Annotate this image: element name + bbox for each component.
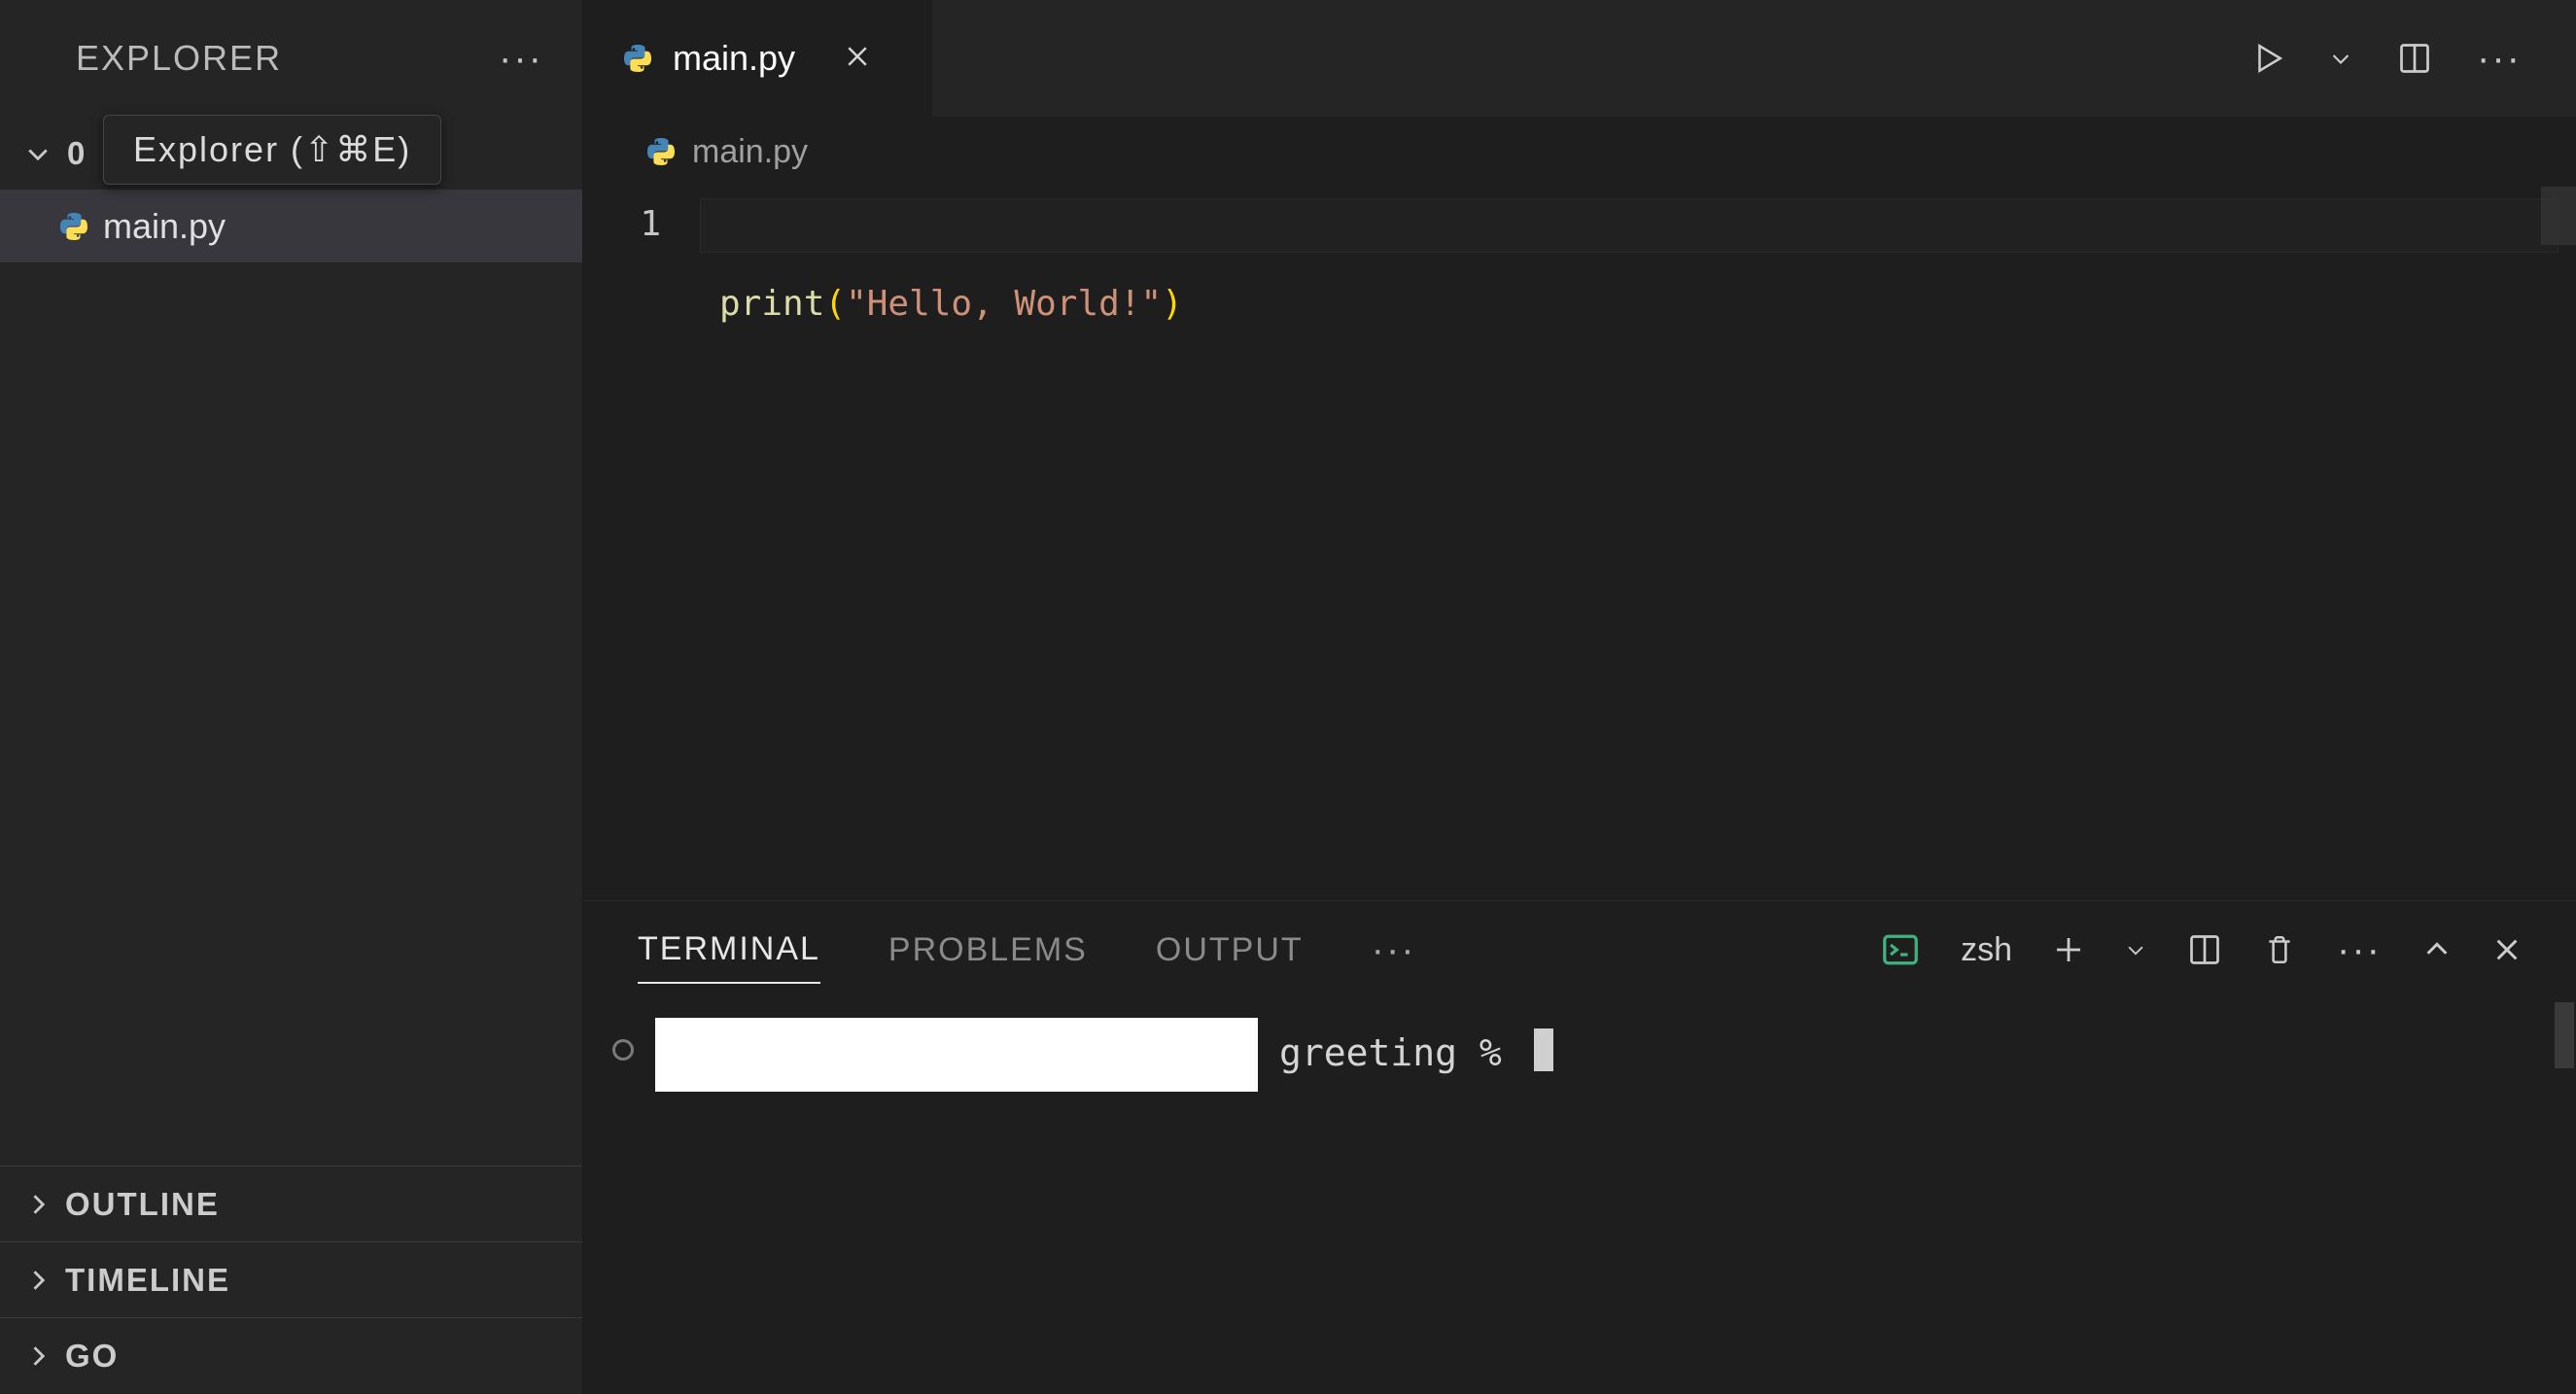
python-icon — [645, 136, 677, 167]
panel-tab-terminal[interactable]: TERMINAL — [638, 917, 820, 984]
editor-more-icon[interactable]: ··· — [2477, 37, 2522, 81]
new-terminal-icon[interactable] — [2053, 934, 2084, 965]
sidebar-section-label: GO — [65, 1338, 119, 1375]
sidebar-section-label: TIMELINE — [65, 1262, 230, 1299]
editor-area: main.py ··· — [583, 0, 2576, 1394]
chevron-right-icon — [24, 1342, 52, 1370]
file-tree: 0 main.py — [0, 117, 582, 1166]
explorer-more-icon[interactable]: ··· — [499, 37, 543, 81]
terminal-status-icon — [612, 1039, 634, 1061]
code-content[interactable]: print("Hello, World!") — [700, 187, 2576, 900]
run-dropdown-icon[interactable] — [2329, 47, 2352, 70]
sidebar-section-timeline[interactable]: TIMELINE — [0, 1242, 582, 1318]
close-panel-icon[interactable] — [2492, 935, 2522, 964]
line-gutter: 1 — [583, 187, 700, 900]
panel-tab-output[interactable]: OUTPUT — [1156, 918, 1304, 983]
editor-actions: ··· — [2251, 0, 2576, 117]
kill-terminal-icon[interactable] — [2263, 933, 2296, 966]
token-paren-close: ) — [1162, 278, 1183, 331]
breadcrumb[interactable]: main.py — [583, 117, 2576, 187]
terminal-prompt-text: greeting % — [1279, 1031, 1524, 1074]
terminal[interactable]: greeting % — [583, 998, 2576, 1394]
terminal-cursor — [1534, 1028, 1553, 1071]
chevron-right-icon — [24, 1191, 52, 1218]
workspace-folder-label: 0 — [67, 135, 87, 172]
panel-tabs-more-icon[interactable]: ··· — [1372, 928, 1416, 972]
panel-actions: zsh ··· — [1881, 928, 2522, 972]
python-icon — [622, 43, 653, 74]
breadcrumb-file: main.py — [692, 133, 808, 171]
maximize-panel-icon[interactable] — [2422, 935, 2452, 964]
tab-label: main.py — [673, 38, 795, 79]
split-terminal-icon[interactable] — [2187, 932, 2222, 967]
sidebar-section-outline[interactable]: OUTLINE — [0, 1167, 582, 1242]
tab-bar: main.py ··· — [583, 0, 2576, 117]
bottom-panel: TERMINAL PROBLEMS OUTPUT ··· zsh — [583, 900, 2576, 1394]
token-paren-open: ( — [824, 278, 846, 331]
split-editor-icon[interactable] — [2397, 41, 2432, 76]
sidebar-sections: OUTLINE TIMELINE GO — [0, 1166, 582, 1394]
close-icon[interactable] — [844, 38, 871, 79]
python-icon — [58, 211, 89, 242]
terminal-shell-label[interactable]: zsh — [1961, 931, 2012, 969]
panel-more-icon[interactable]: ··· — [2337, 928, 2382, 972]
token-function: print — [719, 278, 824, 331]
chevron-right-icon — [24, 1267, 52, 1294]
sidebar-section-go[interactable]: GO — [0, 1318, 582, 1394]
terminal-prompt: greeting % — [1279, 1016, 1553, 1090]
tab-main[interactable]: main.py — [583, 0, 933, 117]
explorer-title: EXPLORER — [76, 38, 282, 79]
minimap[interactable] — [2541, 187, 2576, 245]
explorer-tooltip: Explorer (⇧⌘E) — [103, 115, 441, 185]
panel-tab-problems[interactable]: PROBLEMS — [888, 918, 1088, 983]
run-icon[interactable] — [2251, 42, 2284, 75]
redacted-prompt — [655, 1018, 1258, 1092]
sidebar-section-label: OUTLINE — [65, 1186, 220, 1223]
chevron-down-icon — [24, 140, 53, 167]
file-tree-item-main[interactable]: main.py — [0, 190, 582, 262]
code-editor[interactable]: 1 print("Hello, World!") — [583, 187, 2576, 900]
line-number: 1 — [583, 198, 661, 251]
file-tree-item-label: main.py — [103, 206, 226, 247]
code-line-1[interactable]: print("Hello, World!") — [719, 278, 2576, 331]
panel-tab-bar: TERMINAL PROBLEMS OUTPUT ··· zsh — [583, 901, 2576, 998]
terminal-shell-icon[interactable] — [1881, 930, 1920, 969]
explorer-sidebar: EXPLORER ··· Explorer (⇧⌘E) 0 main.py — [0, 0, 583, 1394]
explorer-header: EXPLORER ··· Explorer (⇧⌘E) — [0, 0, 582, 117]
token-string: "Hello, World!" — [846, 278, 1162, 331]
terminal-scrollbar[interactable] — [2555, 1002, 2574, 1068]
terminal-dropdown-icon[interactable] — [2125, 939, 2146, 960]
